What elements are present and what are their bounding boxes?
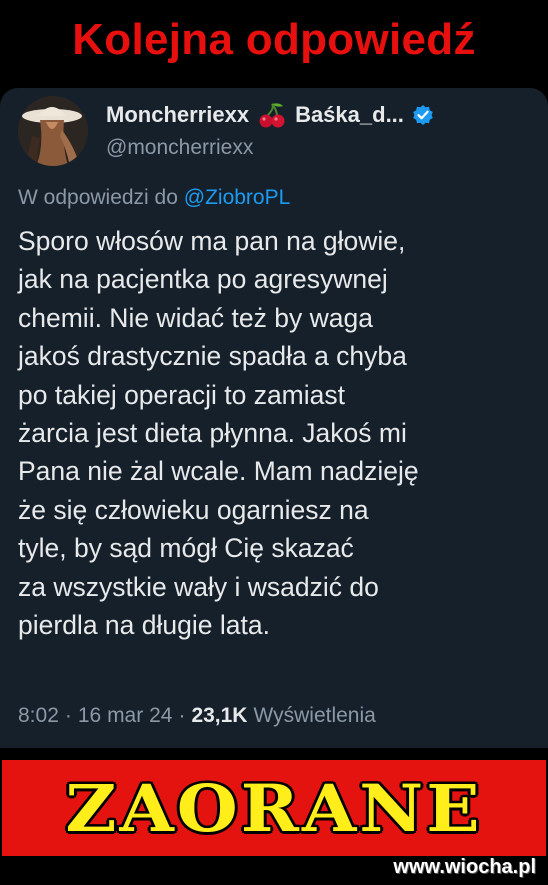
tweet-text-line: pierdla na długie lata. [18,610,270,641]
tweet-card[interactable]: Moncherriexx Baśka_d... @moncherriexx W … [0,88,548,748]
display-name[interactable]: Moncherriexx [106,102,249,128]
stamp-text: ZAORANE [65,769,483,847]
user-handle[interactable]: @moncherriexx [106,136,253,160]
tweet-text-line: jakoś drastycznie spadła a chyba [18,341,407,372]
avatar-image [18,96,88,166]
stamp-box: ZAORANE [2,760,546,856]
reply-prefix: W odpowiedzi do [18,186,178,209]
headline-banner: Kolejna odpowiedź [0,0,548,88]
tweet-text-line: Sporo włosów ma pan na głowie, [18,226,406,256]
tweet-text-line: za wszystkie wały i wsadzić do [18,571,379,602]
tweet-text-line: chemii. Nie widać też by waga [18,302,373,333]
meta-separator: · [64,704,72,727]
tweet-meta: 8:02 · 16 mar 24 · 23,1K Wyświetlenia [18,704,376,728]
tweet-date[interactable]: 16 mar 24 [78,704,173,728]
tweet-text-line: Pana nie żal wcale. Mam nadzieję [18,456,419,487]
tweet-text-line: że się człowieku ogarniesz na [18,494,369,525]
stamp-banner: ZAORANE www.wiocha.pl [0,748,548,885]
tweet-text: Sporo włosów ma pan na głowie, jak na pa… [18,222,536,644]
site-watermark: www.wiocha.pl [393,856,536,878]
reply-context: W odpowiedzi do @ZiobroPL [18,186,290,210]
display-name-row[interactable]: Moncherriexx Baśka_d... [106,102,434,128]
tweet-text-line: jak na pacjentka po agresywnej [18,264,388,295]
headline: Kolejna odpowiedź [72,15,476,64]
display-name-suffix[interactable]: Baśka_d... [295,102,404,128]
meta-separator: · [178,704,186,727]
views-label: Wyświetlenia [253,704,376,727]
avatar[interactable] [18,96,88,166]
reply-mention-link[interactable]: @ZiobroPL [184,186,291,209]
cherry-emoji-icon [257,102,287,128]
tweet-text-line: tyle, by sąd mógł Cię skazać [18,533,354,564]
views-count[interactable]: 23,1K [191,704,247,728]
tweet-text-line: po takiej operacji to zamiast [18,379,345,410]
tweet-time[interactable]: 8:02 [18,704,59,728]
verified-badge-icon [412,104,434,126]
tweet-text-line: żarcia jest dieta płynna. Jakoś mi [18,418,407,449]
